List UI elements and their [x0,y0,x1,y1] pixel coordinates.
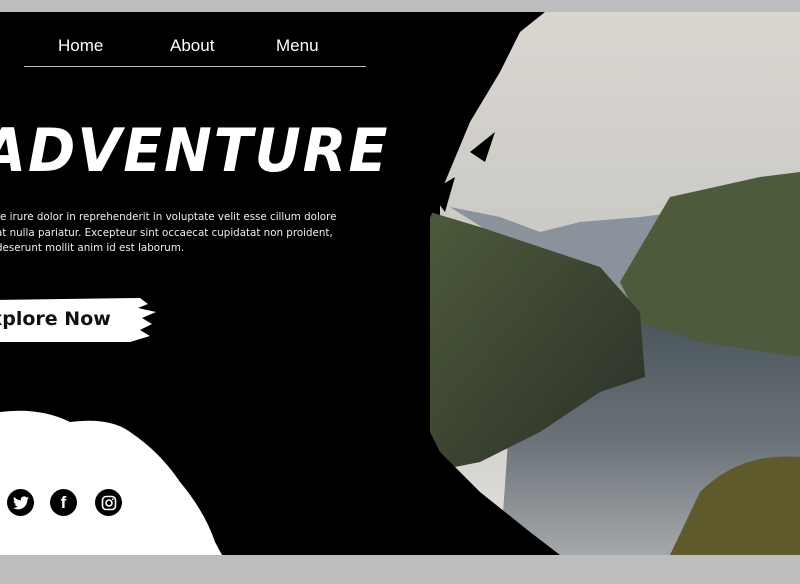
nav-home[interactable]: Home [58,36,103,56]
description-line: deserunt mollit anim id est laborum. [0,242,185,254]
facebook-icon[interactable]: f [50,489,77,516]
description-line: at nulla pariatur. Excepteur sint occaec… [0,226,333,239]
twitter-icon[interactable] [7,489,34,516]
hero-description: te irure dolor in reprehenderit in volup… [0,210,336,257]
explore-now-button[interactable]: xplore Now [0,298,160,342]
nav-about[interactable]: About [170,36,214,56]
hero-title: ADVENTURE [0,116,390,186]
explore-now-label: xplore Now [0,308,111,330]
top-navigation: Home About Menu [24,34,366,67]
social-links: f [7,489,122,516]
description-line: te irure dolor in reprehenderit in volup… [0,211,337,223]
hero-banner: Home About Menu ADVENTURE te irure dolor… [0,12,800,555]
instagram-icon[interactable] [95,489,122,516]
fjord-landscape-photo [0,12,800,555]
nav-menu[interactable]: Menu [276,36,319,56]
